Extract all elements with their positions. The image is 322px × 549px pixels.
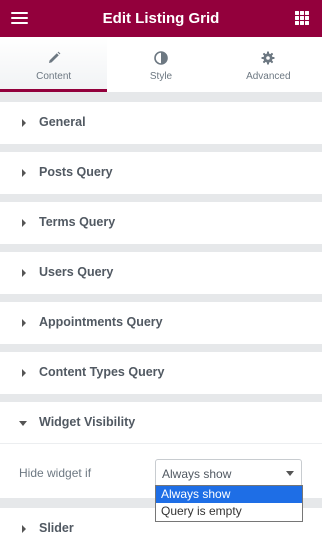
half-circle-icon [154, 51, 168, 65]
section-posts-query[interactable]: Posts Query [0, 152, 322, 194]
section-label: Content Types Query [39, 365, 165, 379]
tab-advanced-label: Advanced [246, 71, 291, 82]
section-content-types-query[interactable]: Content Types Query [0, 352, 322, 394]
tab-content[interactable]: Content [0, 37, 108, 92]
hide-widget-label: Hide widget if [19, 466, 92, 480]
hide-widget-select[interactable]: Always show [155, 459, 302, 487]
option-always-show[interactable]: Always show [156, 486, 302, 503]
section-users-query[interactable]: Users Query [0, 252, 322, 294]
section-general[interactable]: General [0, 102, 322, 144]
caret-right-icon [22, 119, 26, 127]
section-label: General [39, 115, 86, 129]
grid-icon[interactable] [295, 11, 309, 25]
panel-header: Edit Listing Grid [0, 0, 322, 37]
caret-right-icon [22, 369, 26, 377]
section-label: Posts Query [39, 165, 113, 179]
gear-icon [261, 51, 275, 65]
section-label: Appointments Query [39, 315, 163, 329]
option-query-is-empty[interactable]: Query is empty [156, 503, 302, 520]
section-label: Slider [39, 521, 74, 535]
caret-right-icon [22, 269, 26, 277]
section-label: Widget Visibility [39, 415, 136, 429]
section-label: Terms Query [39, 215, 116, 229]
tab-content-label: Content [36, 71, 72, 82]
section-widget-visibility[interactable]: Widget Visibility [0, 402, 322, 444]
caret-right-icon [22, 319, 26, 327]
section-appointments-query[interactable]: Appointments Query [0, 302, 322, 344]
pencil-icon [48, 51, 61, 63]
caret-right-icon [22, 525, 26, 533]
tab-style[interactable]: Style [107, 37, 214, 92]
chevron-down-icon [286, 471, 294, 476]
section-terms-query[interactable]: Terms Query [0, 202, 322, 244]
tab-style-label: Style [149, 71, 173, 82]
caret-right-icon [22, 169, 26, 177]
caret-down-icon [19, 421, 27, 426]
hide-widget-dropdown: Always show Query is empty [155, 485, 303, 522]
section-label: Users Query [39, 265, 114, 279]
panel-title: Edit Listing Grid [102, 10, 220, 27]
tab-bar: Content Style Advanced [0, 37, 322, 92]
tab-advanced[interactable]: Advanced [215, 37, 322, 92]
select-value: Always show [162, 467, 232, 481]
caret-right-icon [22, 219, 26, 227]
